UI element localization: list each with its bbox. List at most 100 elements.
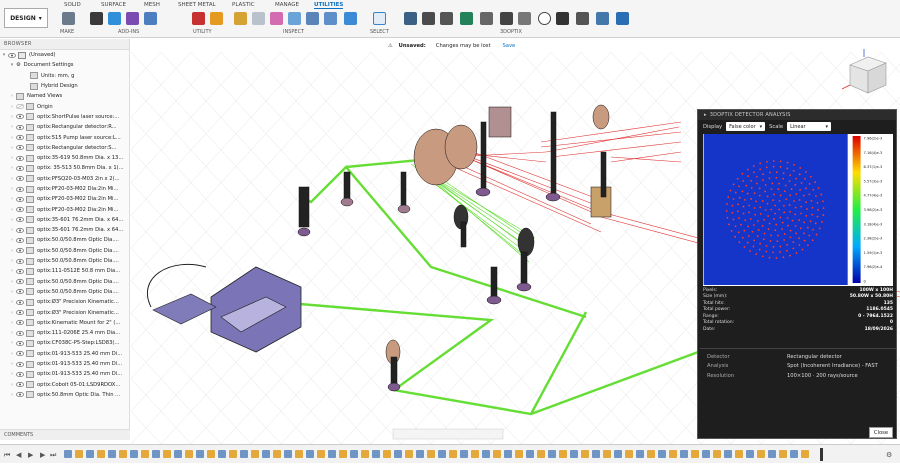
eye-hidden-icon[interactable] [16, 104, 24, 110]
timeline-feature-icon[interactable] [526, 450, 534, 458]
tree-item[interactable]: › optix:515 Pump laser source:L... [0, 132, 129, 142]
tree-item[interactable]: › optix:50.0/50.8mm Optic Dia.... [0, 246, 129, 256]
timeline-feature-icon[interactable] [383, 450, 391, 458]
timeline-feature-icon[interactable] [350, 450, 358, 458]
timeline-feature-icon[interactable] [680, 450, 688, 458]
expand-icon[interactable]: › [8, 155, 16, 161]
timeline-feature-icon[interactable] [570, 450, 578, 458]
tree-item[interactable]: › optix:35-601 76.2mm Dia. x 64... [0, 215, 129, 225]
tree-item[interactable]: › optix: 35-513 50.8mm Dia. x 1(... [0, 163, 129, 173]
timeline-feature-icon[interactable] [64, 450, 72, 458]
expand-icon[interactable]: › [8, 289, 16, 295]
irradiance-plot[interactable]: 7.96(2)e-3 7.16(4)e-3 6.37(1)e-3 5.57(3)e-3… [703, 134, 893, 286]
expand-icon[interactable]: › [8, 114, 16, 120]
optix-detector-icon[interactable] [480, 12, 493, 25]
timeline-feature-icon[interactable] [97, 450, 105, 458]
utility-warning-icon[interactable] [210, 12, 223, 25]
timeline-feature-icon[interactable] [471, 450, 479, 458]
timeline-feature-icon[interactable] [152, 450, 160, 458]
tree-item[interactable]: › optix:ShortPulse laser source:... [0, 112, 129, 122]
tree-item[interactable]: › optix:PF20-03-M02 Dia:2in Mi... [0, 194, 129, 204]
collapse-icon[interactable]: ▾ [0, 52, 8, 58]
timeline-feature-icon[interactable] [801, 450, 809, 458]
expand-icon[interactable]: › [8, 320, 16, 326]
timeline-feature-icon[interactable] [306, 450, 314, 458]
step-forward-icon[interactable]: ▶ [40, 451, 46, 459]
eye-icon[interactable] [16, 186, 24, 192]
optix-lens-icon[interactable] [440, 12, 453, 25]
browser-header[interactable]: BROWSER [0, 39, 129, 50]
timeline-feature-icon[interactable] [658, 450, 666, 458]
optix-table-icon[interactable] [556, 12, 569, 25]
timeline-feature-icon[interactable] [130, 450, 138, 458]
timeline-feature-icon[interactable] [405, 450, 413, 458]
group-inspect[interactable]: INSPECT [283, 29, 304, 35]
3d-print-icon[interactable] [62, 12, 75, 25]
tree-item[interactable]: › optix:50.8mm Optic Dia. Thin ... [0, 390, 129, 400]
timeline-feature-icon[interactable] [416, 450, 424, 458]
timeline-feature-icon[interactable] [218, 450, 226, 458]
tree-item[interactable]: › optix:111-0512E 50.8 mm Dia... [0, 266, 129, 276]
timeline-features[interactable] [64, 450, 809, 458]
scale-select[interactable]: Linear ▾ [787, 122, 832, 131]
timeline-feature-icon[interactable] [603, 450, 611, 458]
expand-icon[interactable]: › [8, 330, 16, 336]
expand-icon[interactable]: › [8, 248, 16, 254]
optix-mount-icon[interactable] [518, 12, 531, 25]
tab-solid[interactable]: SOLID [64, 2, 81, 8]
eye-icon[interactable] [16, 114, 24, 120]
eye-icon[interactable] [16, 217, 24, 223]
zebra-icon[interactable] [288, 12, 301, 25]
tree-item[interactable]: › optix:Rectangular detector:S... [0, 143, 129, 153]
timeline-feature-icon[interactable] [163, 450, 171, 458]
timeline-feature-icon[interactable] [339, 450, 347, 458]
select-icon[interactable] [373, 12, 386, 25]
tree-item[interactable]: › optix:111-0206E 25.4 mm Dia... [0, 328, 129, 338]
addins-icon[interactable] [126, 12, 139, 25]
tree-root[interactable]: ▾ (Unsaved) [0, 50, 129, 60]
timeline-feature-icon[interactable] [108, 450, 116, 458]
play-icon[interactable]: ▶ [28, 451, 34, 459]
tree-item[interactable]: › optix:Kinematic Mount for 2" (... [0, 318, 129, 328]
eye-icon[interactable] [16, 176, 24, 182]
timeline-feature-icon[interactable] [702, 450, 710, 458]
timeline-feature-icon[interactable] [196, 450, 204, 458]
eye-icon[interactable] [16, 310, 24, 316]
timeline-feature-icon[interactable] [614, 450, 622, 458]
eye-icon[interactable] [16, 258, 24, 264]
tree-item[interactable]: › optix:Ø3" Precision Kinematic... [0, 307, 129, 317]
timeline-feature-icon[interactable] [669, 450, 677, 458]
timeline-feature-icon[interactable] [295, 450, 303, 458]
curvature-icon[interactable] [270, 12, 283, 25]
tree-item[interactable]: › optix:01-913-533 25.40 mm Di... [0, 359, 129, 369]
timeline-feature-icon[interactable] [262, 450, 270, 458]
center-of-mass-icon[interactable] [324, 12, 337, 25]
info-icon[interactable] [538, 12, 551, 25]
expand-icon[interactable]: › [8, 310, 16, 316]
rewind-icon[interactable]: ⏮ [4, 451, 10, 459]
group-addins[interactable]: ADD-INS [118, 29, 139, 35]
expand-icon[interactable]: › [8, 93, 16, 99]
eye-icon[interactable] [16, 248, 24, 254]
tab-plastic[interactable]: PLASTIC [232, 2, 255, 8]
expand-icon[interactable]: › [8, 124, 16, 130]
timeline-feature-icon[interactable] [460, 450, 468, 458]
tree-item[interactable]: › optix:Ø3" Precision Kinematic... [0, 297, 129, 307]
timeline-feature-icon[interactable] [548, 450, 556, 458]
timeline-feature-icon[interactable] [636, 450, 644, 458]
expand-icon[interactable]: › [8, 145, 16, 151]
optix-settings-icon[interactable] [576, 12, 589, 25]
timeline-feature-icon[interactable] [592, 450, 600, 458]
section-analysis-icon[interactable] [306, 12, 319, 25]
fast-forward-icon[interactable]: ⏭ [50, 451, 57, 459]
traffic-light-icon[interactable] [192, 12, 205, 25]
timeline-feature-icon[interactable] [493, 450, 501, 458]
close-button[interactable]: Close [869, 427, 893, 438]
view-cube[interactable] [838, 45, 893, 100]
tab-manage[interactable]: MANAGE [275, 2, 299, 8]
expand-icon[interactable]: › [8, 135, 16, 141]
tree-units[interactable]: Units: mm, g [0, 71, 129, 81]
eye-icon[interactable] [16, 340, 24, 346]
optix-box-icon[interactable] [404, 12, 417, 25]
group-make[interactable]: MAKE [60, 29, 74, 35]
